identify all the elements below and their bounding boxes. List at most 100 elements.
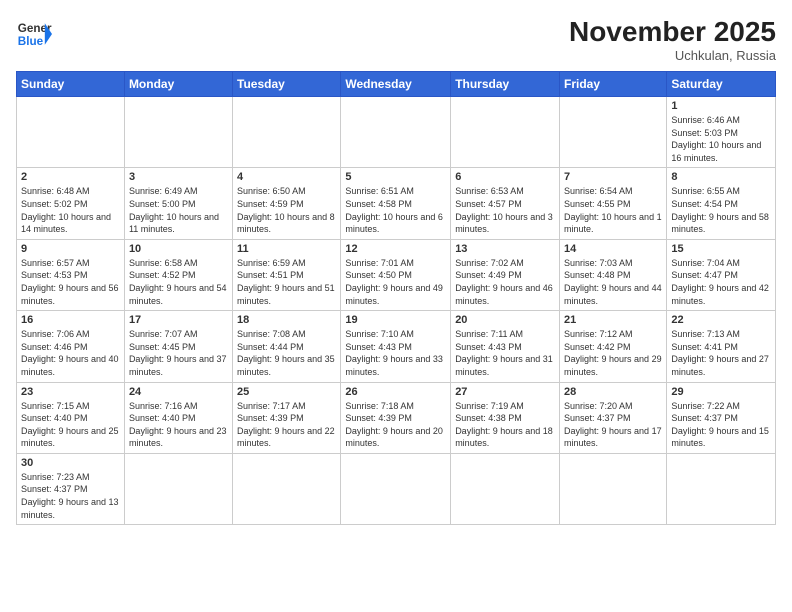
cell-info-text: Sunrise: 7:08 AM Sunset: 4:44 PM Dayligh… (237, 328, 336, 378)
cell-date-number: 8 (671, 171, 771, 183)
calendar-cell: 13 Sunrise: 7:02 AM Sunset: 4:49 PM Dayli… (451, 239, 560, 310)
cell-info-text: Sunrise: 7:06 AM Sunset: 4:46 PM Dayligh… (21, 328, 120, 378)
calendar-cell: 19Sunrise: 7:10 AM Sunset: 4:43 PM Dayli… (341, 311, 451, 382)
cell-info-text: Sunrise: 6:57 AM Sunset: 4:53 PM Dayligh… (21, 257, 120, 307)
calendar-cell: 18 Sunrise: 7:08 AM Sunset: 4:44 PM Dayli… (233, 311, 341, 382)
cell-date-number: 23 (21, 386, 120, 398)
calendar-cell: 3 Sunrise: 6:49 AM Sunset: 5:00 PM Daylig… (124, 168, 232, 239)
calendar-cell (341, 453, 451, 524)
calendar-cell (124, 97, 232, 168)
cell-info-text: Sunrise: 7:03 AM Sunset: 4:48 PM Dayligh… (564, 257, 662, 307)
calendar-cell (233, 453, 341, 524)
calendar-cell: 26 Sunrise: 7:18 AM Sunset: 4:39 PM Dayli… (341, 382, 451, 453)
cell-date-number: 16 (21, 314, 120, 326)
calendar-cell: 22 Sunrise: 7:13 AM Sunset: 4:41 PM Dayli… (667, 311, 776, 382)
cell-date-number: 2 (21, 171, 120, 183)
calendar-cell: 15 Sunrise: 7:04 AM Sunset: 4:47 PM Dayli… (667, 239, 776, 310)
cell-date-number: 20 (455, 314, 555, 326)
calendar-cell: 6 Sunrise: 6:53 AM Sunset: 4:57 PM Daylig… (451, 168, 560, 239)
cell-date-number: 12 (345, 243, 446, 255)
calendar-cell (560, 453, 667, 524)
month-title: November 2025 (569, 16, 776, 48)
cell-info-text: Sunrise: 6:53 AM Sunset: 4:57 PM Dayligh… (455, 185, 555, 235)
calendar-cell: 1 Sunrise: 6:46 AM Sunset: 5:03 PM Daylig… (667, 97, 776, 168)
calendar-cell: 21 Sunrise: 7:12 AM Sunset: 4:42 PM Dayli… (560, 311, 667, 382)
calendar-cell (667, 453, 776, 524)
calendar-cell: 11Sunrise: 6:59 AM Sunset: 4:51 PM Dayli… (233, 239, 341, 310)
calendar-cell: 17 Sunrise: 7:07 AM Sunset: 4:45 PM Dayli… (124, 311, 232, 382)
cell-date-number: 11 (237, 243, 336, 255)
calendar-cell: 25 Sunrise: 7:17 AM Sunset: 4:39 PM Dayli… (233, 382, 341, 453)
calendar-cell: 29 Sunrise: 7:22 AM Sunset: 4:37 PM Dayli… (667, 382, 776, 453)
day-header-thursday: Thursday (451, 72, 560, 97)
cell-info-text: Sunrise: 7:16 AM Sunset: 4:40 PM Dayligh… (129, 400, 228, 450)
cell-info-text: Sunrise: 6:54 AM Sunset: 4:55 PM Dayligh… (564, 185, 662, 235)
calendar-table: SundayMondayTuesdayWednesdayThursdayFrid… (16, 71, 776, 525)
cell-info-text: Sunrise: 7:18 AM Sunset: 4:39 PM Dayligh… (345, 400, 446, 450)
calendar-cell: 7Sunrise: 6:54 AM Sunset: 4:55 PM Daylig… (560, 168, 667, 239)
cell-info-text: Sunrise: 7:13 AM Sunset: 4:41 PM Dayligh… (671, 328, 771, 378)
cell-date-number: 10 (129, 243, 228, 255)
day-header-monday: Monday (124, 72, 232, 97)
cell-date-number: 29 (671, 386, 771, 398)
cell-info-text: Sunrise: 7:02 AM Sunset: 4:49 PM Dayligh… (455, 257, 555, 307)
day-header-wednesday: Wednesday (341, 72, 451, 97)
cell-date-number: 13 (455, 243, 555, 255)
calendar-cell: 5Sunrise: 6:51 AM Sunset: 4:58 PM Daylig… (341, 168, 451, 239)
cell-date-number: 5 (345, 171, 446, 183)
cell-info-text: Sunrise: 7:23 AM Sunset: 4:37 PM Dayligh… (21, 471, 120, 521)
cell-info-text: Sunrise: 6:49 AM Sunset: 5:00 PM Dayligh… (129, 185, 228, 235)
cell-info-text: Sunrise: 7:20 AM Sunset: 4:37 PM Dayligh… (564, 400, 662, 450)
calendar-cell: 16 Sunrise: 7:06 AM Sunset: 4:46 PM Dayli… (17, 311, 125, 382)
cell-date-number: 24 (129, 386, 228, 398)
cell-info-text: Sunrise: 7:10 AM Sunset: 4:43 PM Dayligh… (345, 328, 446, 378)
cell-date-number: 3 (129, 171, 228, 183)
cell-date-number: 22 (671, 314, 771, 326)
cell-info-text: Sunrise: 7:17 AM Sunset: 4:39 PM Dayligh… (237, 400, 336, 450)
cell-date-number: 21 (564, 314, 662, 326)
cell-info-text: Sunrise: 7:19 AM Sunset: 4:38 PM Dayligh… (455, 400, 555, 450)
cell-info-text: Sunrise: 7:01 AM Sunset: 4:50 PM Dayligh… (345, 257, 446, 307)
day-header-saturday: Saturday (667, 72, 776, 97)
day-header-sunday: Sunday (17, 72, 125, 97)
cell-info-text: Sunrise: 6:46 AM Sunset: 5:03 PM Dayligh… (671, 114, 771, 164)
calendar-cell (560, 97, 667, 168)
cell-info-text: Sunrise: 6:50 AM Sunset: 4:59 PM Dayligh… (237, 185, 336, 235)
calendar-cell: 10 Sunrise: 6:58 AM Sunset: 4:52 PM Dayli… (124, 239, 232, 310)
cell-info-text: Sunrise: 7:04 AM Sunset: 4:47 PM Dayligh… (671, 257, 771, 307)
calendar-cell: 2 Sunrise: 6:48 AM Sunset: 5:02 PM Daylig… (17, 168, 125, 239)
calendar-cell: 4Sunrise: 6:50 AM Sunset: 4:59 PM Daylig… (233, 168, 341, 239)
svg-text:Blue: Blue (18, 35, 44, 48)
cell-date-number: 1 (671, 100, 771, 112)
cell-date-number: 28 (564, 386, 662, 398)
cell-date-number: 9 (21, 243, 120, 255)
header: General Blue November 2025 Uchkulan, Rus… (16, 16, 776, 63)
cell-info-text: Sunrise: 7:07 AM Sunset: 4:45 PM Dayligh… (129, 328, 228, 378)
calendar-cell (451, 453, 560, 524)
cell-info-text: Sunrise: 6:58 AM Sunset: 4:52 PM Dayligh… (129, 257, 228, 307)
calendar-cell: 24 Sunrise: 7:16 AM Sunset: 4:40 PM Dayli… (124, 382, 232, 453)
cell-info-text: Sunrise: 6:48 AM Sunset: 5:02 PM Dayligh… (21, 185, 120, 235)
calendar-cell: 30 Sunrise: 7:23 AM Sunset: 4:37 PM Dayli… (17, 453, 125, 524)
calendar-cell (17, 97, 125, 168)
cell-date-number: 17 (129, 314, 228, 326)
calendar-cell: 20Sunrise: 7:11 AM Sunset: 4:43 PM Dayli… (451, 311, 560, 382)
calendar-cell: 28 Sunrise: 7:20 AM Sunset: 4:37 PM Dayli… (560, 382, 667, 453)
cell-info-text: Sunrise: 7:12 AM Sunset: 4:42 PM Dayligh… (564, 328, 662, 378)
calendar-cell: 14Sunrise: 7:03 AM Sunset: 4:48 PM Dayli… (560, 239, 667, 310)
calendar-cell: 12 Sunrise: 7:01 AM Sunset: 4:50 PM Dayli… (341, 239, 451, 310)
calendar-cell (124, 453, 232, 524)
cell-date-number: 25 (237, 386, 336, 398)
cell-date-number: 18 (237, 314, 336, 326)
calendar-cell: 8Sunrise: 6:55 AM Sunset: 4:54 PM Daylig… (667, 168, 776, 239)
calendar-cell: 9 Sunrise: 6:57 AM Sunset: 4:53 PM Daylig… (17, 239, 125, 310)
cell-date-number: 30 (21, 457, 120, 469)
cell-info-text: Sunrise: 7:22 AM Sunset: 4:37 PM Dayligh… (671, 400, 771, 450)
cell-date-number: 26 (345, 386, 446, 398)
day-header-friday: Friday (560, 72, 667, 97)
calendar-cell: 23Sunrise: 7:15 AM Sunset: 4:40 PM Dayli… (17, 382, 125, 453)
cell-date-number: 6 (455, 171, 555, 183)
calendar-cell: 27Sunrise: 7:19 AM Sunset: 4:38 PM Dayli… (451, 382, 560, 453)
day-header-tuesday: Tuesday (233, 72, 341, 97)
cell-date-number: 15 (671, 243, 771, 255)
